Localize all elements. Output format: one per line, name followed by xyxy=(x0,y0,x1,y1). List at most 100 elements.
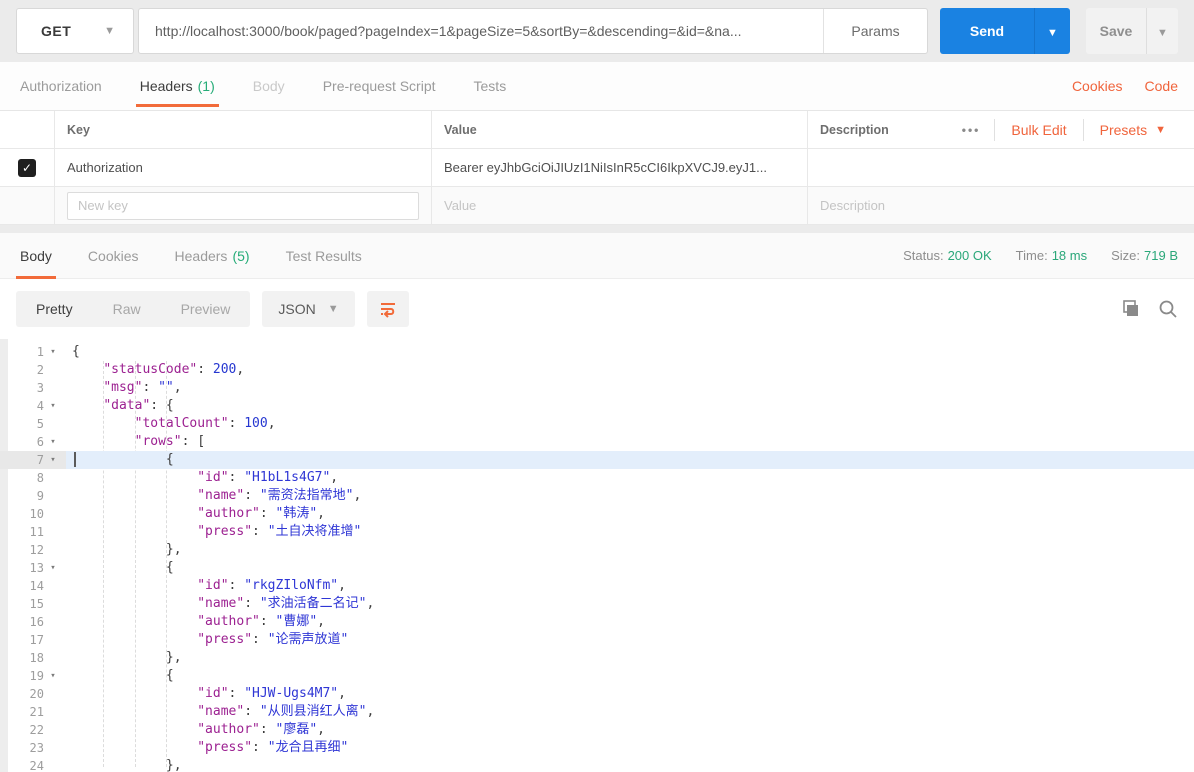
tab-label: Tests xyxy=(473,78,507,94)
line-gutter: 14 xyxy=(0,577,66,595)
fold-arrow-icon[interactable]: ▾ xyxy=(44,401,62,411)
code-line: 5 "totalCount": 100, xyxy=(0,415,1194,433)
copy-icon[interactable] xyxy=(1120,299,1140,319)
tab-response-body[interactable]: Body xyxy=(16,233,56,279)
code-text: "name": "需资法指常地", xyxy=(197,488,362,503)
new-key-input[interactable] xyxy=(67,191,419,220)
response-body-viewer[interactable]: 1 ▾{2 "statusCode": 200, 3 "msg": "", 4 ▾ "d… xyxy=(0,339,1194,772)
tab-label: Headers xyxy=(139,78,193,94)
save-dropdown-button[interactable]: ▼ xyxy=(1146,8,1178,54)
wrap-text-icon xyxy=(380,303,395,318)
fold-arrow-icon[interactable]: ▾ xyxy=(44,347,62,357)
chevron-down-icon: ▼ xyxy=(1157,26,1168,39)
headers-editor: Key Value Description ••• Bulk Edit Pres… xyxy=(0,110,1194,225)
check-icon: ✓ xyxy=(21,160,33,175)
url-input[interactable]: http://localhost:3000/book/paged?pageInd… xyxy=(139,9,823,53)
bulk-edit-button[interactable]: Bulk Edit xyxy=(995,122,1082,138)
code-text: "author": "曹娜", xyxy=(197,614,325,629)
line-number: 1 xyxy=(36,345,44,359)
tab-test-results[interactable]: Test Results xyxy=(282,233,366,279)
view-mode-pretty[interactable]: Pretty xyxy=(16,291,93,327)
code-text: "id": "HJW-Ugs4M7", xyxy=(197,686,346,701)
new-value-cell[interactable]: Value xyxy=(432,187,808,224)
code-text: "id": "H1bL1s4G7", xyxy=(197,470,339,485)
tab-response-cookies[interactable]: Cookies xyxy=(84,233,143,279)
code-text: "press": "土自决将准增" xyxy=(197,524,362,539)
line-gutter: 17 xyxy=(0,631,66,649)
chevron-down-icon: ▼ xyxy=(1155,123,1166,136)
code-line: 16 "author": "曹娜", xyxy=(0,613,1194,631)
line-number: 5 xyxy=(36,417,44,431)
new-description-cell[interactable]: Description xyxy=(808,187,1194,224)
code-line: 4 ▾ "data": { xyxy=(0,397,1194,415)
text-cursor xyxy=(74,452,76,467)
row-checkbox[interactable]: ✓ xyxy=(18,158,36,177)
code-line: 13 ▾ { xyxy=(0,559,1194,577)
language-select[interactable]: JSON ▼ xyxy=(262,291,355,327)
method-select[interactable]: GET ▼ xyxy=(16,8,134,54)
code-line: 8 "id": "H1bL1s4G7", xyxy=(0,469,1194,487)
tab-label: Pre-request Script xyxy=(322,78,436,94)
response-toolbar: Pretty Raw Preview JSON ▼ xyxy=(0,279,1194,339)
chevron-down-icon: ▼ xyxy=(1047,26,1058,39)
fold-arrow-icon[interactable]: ▾ xyxy=(44,671,62,681)
status-label: Status: xyxy=(903,248,944,263)
time-label: Time: xyxy=(1015,248,1048,263)
code-line: 20 "id": "HJW-Ugs4M7", xyxy=(0,685,1194,703)
tab-authorization[interactable]: Authorization xyxy=(16,62,106,110)
line-number: 21 xyxy=(29,705,44,719)
tab-tests[interactable]: Tests xyxy=(470,62,511,110)
fold-arrow-icon[interactable]: ▾ xyxy=(44,563,62,573)
line-gutter: 1 ▾ xyxy=(0,343,66,361)
line-number: 8 xyxy=(36,471,44,485)
code-link[interactable]: Code xyxy=(1145,78,1178,94)
search-icon[interactable] xyxy=(1158,299,1178,319)
view-mode-raw[interactable]: Raw xyxy=(93,291,161,327)
tab-headers[interactable]: Headers (1) xyxy=(135,62,219,110)
tab-count: (5) xyxy=(232,247,250,264)
value-placeholder: Value xyxy=(444,198,477,213)
tab-count: (1) xyxy=(197,78,215,94)
code-text: "name": "求油活备二名记", xyxy=(197,596,375,611)
description-placeholder: Description xyxy=(820,198,886,213)
header-key-cell[interactable]: Authorization xyxy=(55,149,432,186)
description-column-header: Description ••• Bulk Edit Presets ▼ xyxy=(808,111,1194,148)
line-gutter: 7 ▾ xyxy=(0,451,66,469)
code-lines: 1 ▾{2 "statusCode": 200, 3 "msg": "", 4 ▾ "d… xyxy=(0,339,1194,772)
line-gutter: 23 xyxy=(0,739,66,757)
tab-body[interactable]: Body xyxy=(249,62,289,110)
time-meta: Time: 18 ms xyxy=(1016,248,1087,263)
presets-label: Presets xyxy=(1099,121,1148,138)
line-gutter: 10 xyxy=(0,505,66,523)
line-number: 6 xyxy=(36,435,44,449)
header-description-cell[interactable] xyxy=(808,149,1194,186)
send-button[interactable]: Send xyxy=(940,8,1034,54)
key-column-header: Key xyxy=(55,111,432,148)
tab-label: Body xyxy=(252,78,285,94)
tab-label: Body xyxy=(20,247,52,264)
line-number: 22 xyxy=(29,723,44,737)
tab-pre-request-script[interactable]: Pre-request Script xyxy=(319,62,440,110)
size-meta: Size: 719 B xyxy=(1111,248,1178,263)
code-text: "press": "论需声放道" xyxy=(197,632,349,647)
presets-button[interactable]: Presets ▼ xyxy=(1084,122,1182,138)
send-dropdown-button[interactable]: ▼ xyxy=(1034,8,1070,54)
save-button[interactable]: Save xyxy=(1086,8,1146,54)
tab-response-headers[interactable]: Headers (5) xyxy=(171,233,254,279)
wrap-text-button[interactable] xyxy=(366,291,409,327)
description-label: Description xyxy=(820,122,889,137)
more-options-icon[interactable]: ••• xyxy=(948,123,995,137)
tab-label: Cookies xyxy=(87,247,139,264)
view-mode-preview[interactable]: Preview xyxy=(161,291,251,327)
params-button[interactable]: Params xyxy=(823,9,927,53)
fold-arrow-icon[interactable]: ▾ xyxy=(44,437,62,447)
line-number: 9 xyxy=(36,489,44,503)
code-line: 10 "author": "韩涛", xyxy=(0,505,1194,523)
line-gutter: 8 xyxy=(0,469,66,487)
header-value-cell[interactable]: Bearer eyJhbGciOiJIUzI1NiIsInR5cCI6IkpXV… xyxy=(432,149,808,186)
line-number: 15 xyxy=(29,597,44,611)
select-column-header xyxy=(0,111,55,148)
cookies-link[interactable]: Cookies xyxy=(1072,78,1123,94)
line-number: 2 xyxy=(36,363,44,377)
fold-arrow-icon[interactable]: ▾ xyxy=(44,455,62,465)
